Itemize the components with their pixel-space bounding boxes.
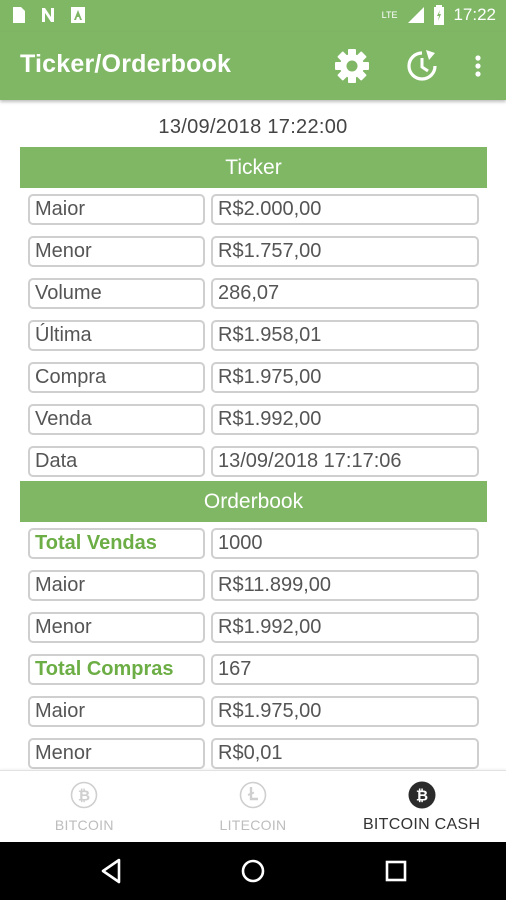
svg-text:₿: ₿ bbox=[416, 787, 428, 805]
orderbook-value: R$1.992,00 bbox=[211, 612, 479, 643]
orderbook-label: Menor bbox=[28, 738, 205, 769]
settings-icon bbox=[335, 49, 369, 83]
ticker-label: Última bbox=[28, 320, 205, 351]
last-update-timestamp: 13/09/2018 17:22:00 bbox=[158, 116, 348, 138]
litecoin-icon bbox=[239, 781, 267, 809]
app-screen: LTE 17:22 Ticker/Orderbook 13/09/2018 17… bbox=[0, 0, 506, 900]
system-navigation-bar bbox=[0, 842, 506, 900]
ticker-row: Compra R$1.975,00 bbox=[28, 362, 479, 393]
orderbook-row: Total Compras 167 bbox=[28, 654, 479, 685]
ticker-label: Data bbox=[28, 446, 205, 477]
orderbook-row: Maior R$11.899,00 bbox=[28, 570, 479, 601]
ticker-value: 286,07 bbox=[211, 278, 479, 309]
ticker-value: R$2.000,00 bbox=[211, 194, 479, 225]
ticker-label: Venda bbox=[28, 404, 205, 435]
ticker-value: 13/09/2018 17:17:06 bbox=[211, 446, 479, 477]
orderbook-value: R$0,01 bbox=[211, 738, 479, 769]
orderbook-value: 167 bbox=[211, 654, 479, 685]
nav-label-bitcoin-cash: BITCOIN CASH bbox=[362, 816, 481, 833]
battery-icon bbox=[434, 5, 445, 25]
status-bar: LTE 17:22 bbox=[0, 0, 506, 32]
bitcoin-cash-icon: ₿ bbox=[408, 781, 436, 809]
back-icon[interactable] bbox=[97, 856, 127, 886]
main-content[interactable]: 13/09/2018 17:22:00 Ticker Maior R$2.000… bbox=[0, 100, 506, 770]
more-options-button[interactable] bbox=[460, 46, 496, 86]
orderbook-row: Menor R$1.992,00 bbox=[28, 612, 479, 643]
orderbook-label: Total Compras bbox=[28, 654, 205, 685]
ticker-label: Maior bbox=[28, 194, 205, 225]
settings-button[interactable] bbox=[332, 46, 372, 86]
orderbook-row: Menor R$0,01 bbox=[28, 738, 479, 769]
nav-label-bitcoin: BITCOIN bbox=[54, 817, 114, 833]
nav-item-bitcoin-cash[interactable]: ₿ BITCOIN CASH bbox=[337, 771, 506, 843]
ticker-row: Data 13/09/2018 17:17:06 bbox=[28, 446, 479, 477]
more-vert-icon bbox=[475, 55, 481, 77]
ticker-label: Compra bbox=[28, 362, 205, 393]
orderbook-value: R$1.975,00 bbox=[211, 696, 479, 727]
nav-item-bitcoin[interactable]: ₿ BITCOIN bbox=[0, 771, 169, 843]
n-icon bbox=[42, 8, 54, 22]
orderbook-row: Maior R$1.975,00 bbox=[28, 696, 479, 727]
refresh-icon bbox=[407, 50, 437, 81]
orderbook-label: Maior bbox=[28, 570, 205, 601]
ticker-row: Maior R$2.000,00 bbox=[28, 194, 479, 225]
recents-icon[interactable] bbox=[381, 856, 411, 886]
nav-label-litecoin: LITECOIN bbox=[219, 817, 287, 833]
page-title: Ticker/Orderbook bbox=[20, 50, 232, 78]
refresh-button[interactable] bbox=[402, 46, 442, 86]
ticker-section-header: Ticker bbox=[20, 147, 487, 188]
ticker-row: Menor R$1.757,00 bbox=[28, 236, 479, 267]
ticker-value: R$1.757,00 bbox=[211, 236, 479, 267]
orderbook-label: Menor bbox=[28, 612, 205, 643]
ticker-value: R$1.958,01 bbox=[211, 320, 479, 351]
orderbook-value: R$11.899,00 bbox=[211, 570, 479, 601]
svg-text:₿: ₿ bbox=[78, 787, 90, 805]
orderbook-label: Maior bbox=[28, 696, 205, 727]
ticker-label: Menor bbox=[28, 236, 205, 267]
clock: 17:22 bbox=[453, 5, 496, 24]
ticker-row: Venda R$1.992,00 bbox=[28, 404, 479, 435]
bitcoin-icon: ₿ bbox=[71, 781, 98, 809]
a-icon bbox=[71, 7, 85, 23]
ticker-label: Volume bbox=[28, 278, 205, 309]
orderbook-label: Total Vendas bbox=[28, 528, 205, 559]
sd-card-icon bbox=[13, 7, 25, 23]
ticker-row: Volume 286,07 bbox=[28, 278, 479, 309]
ticker-row: Última R$1.958,01 bbox=[28, 320, 479, 351]
ticker-value: R$1.975,00 bbox=[211, 362, 479, 393]
orderbook-value: 1000 bbox=[211, 528, 479, 559]
bottom-navigation: ₿ BITCOIN LITECOIN ₿ BITCOIN CASH bbox=[0, 770, 506, 842]
orderbook-row: Total Vendas 1000 bbox=[28, 528, 479, 559]
network-type: LTE bbox=[381, 10, 398, 20]
orderbook-section-header: Orderbook bbox=[20, 481, 487, 522]
ticker-value: R$1.992,00 bbox=[211, 404, 479, 435]
home-icon[interactable] bbox=[238, 856, 268, 886]
nav-item-litecoin[interactable]: LITECOIN bbox=[169, 771, 338, 843]
app-bar: Ticker/Orderbook bbox=[0, 32, 506, 100]
signal-icon bbox=[408, 7, 425, 23]
